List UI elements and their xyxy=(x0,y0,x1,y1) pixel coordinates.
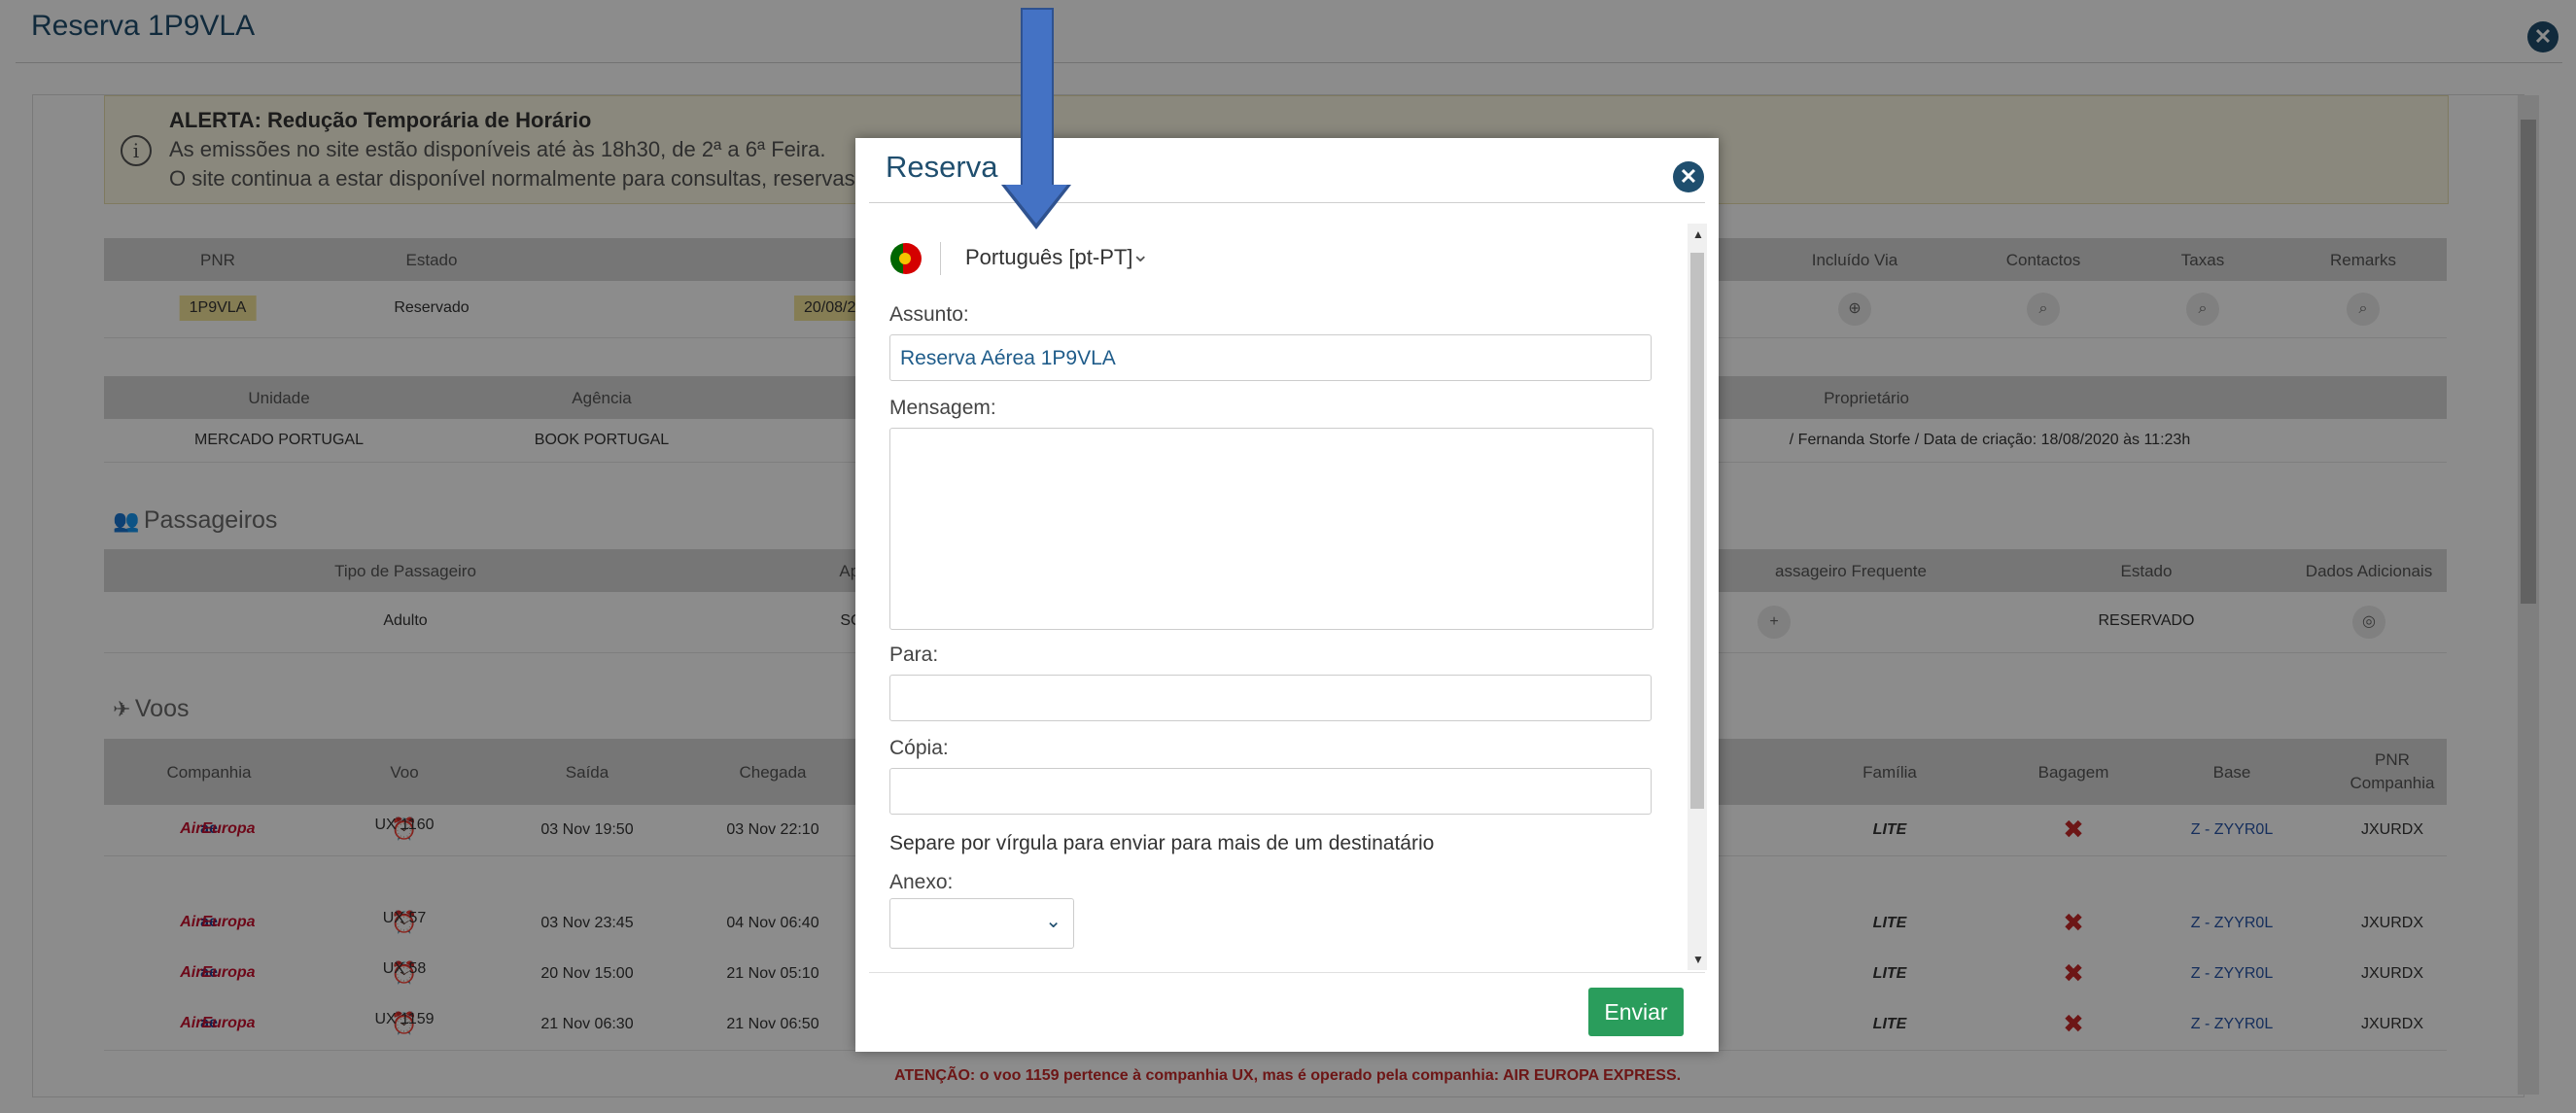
close-icon: ✕ xyxy=(1679,164,1698,189)
subject-input[interactable]: Reserva Aérea 1P9VLA xyxy=(889,334,1652,381)
annotation-arrow xyxy=(1021,8,1054,189)
to-label: Para: xyxy=(889,643,939,666)
divider xyxy=(869,972,1705,973)
attachment-label: Anexo: xyxy=(889,871,954,893)
modal-close-button[interactable]: ✕ xyxy=(1673,161,1704,192)
send-button[interactable]: Enviar xyxy=(1588,988,1684,1036)
divider xyxy=(869,202,1705,203)
recipients-hint: Separe por vírgula para enviar para mais… xyxy=(889,832,1435,854)
to-input[interactable] xyxy=(889,675,1652,721)
message-textarea[interactable] xyxy=(889,428,1654,630)
modal-scrollbar[interactable]: ▲ ▼ xyxy=(1688,224,1707,970)
chevron-down-icon: ⌄ xyxy=(1045,911,1062,932)
language-selector[interactable]: Português [pt-PT] xyxy=(965,245,1132,270)
scrollbar-thumb[interactable] xyxy=(1690,253,1704,809)
portugal-flag-icon xyxy=(890,243,922,274)
cc-label: Cópia: xyxy=(889,737,949,759)
divider xyxy=(940,242,941,275)
modal-title: Reserva xyxy=(886,150,998,184)
annotation-arrow-head xyxy=(1005,185,1067,224)
scroll-up-icon[interactable]: ▲ xyxy=(1692,227,1704,241)
attachment-select[interactable]: ⌄ xyxy=(889,898,1074,949)
modal-body: Português [pt-PT] ⌄ Assunto: Reserva Aér… xyxy=(869,219,1684,970)
scroll-down-icon[interactable]: ▼ xyxy=(1692,953,1704,966)
chevron-down-icon[interactable]: ⌄ xyxy=(1131,242,1149,267)
message-label: Mensagem: xyxy=(889,397,996,419)
subject-label: Assunto: xyxy=(889,303,969,326)
email-modal: Reserva ✕ Português [pt-PT] ⌄ Assunto: R… xyxy=(855,138,1719,1052)
cc-input[interactable] xyxy=(889,768,1652,815)
